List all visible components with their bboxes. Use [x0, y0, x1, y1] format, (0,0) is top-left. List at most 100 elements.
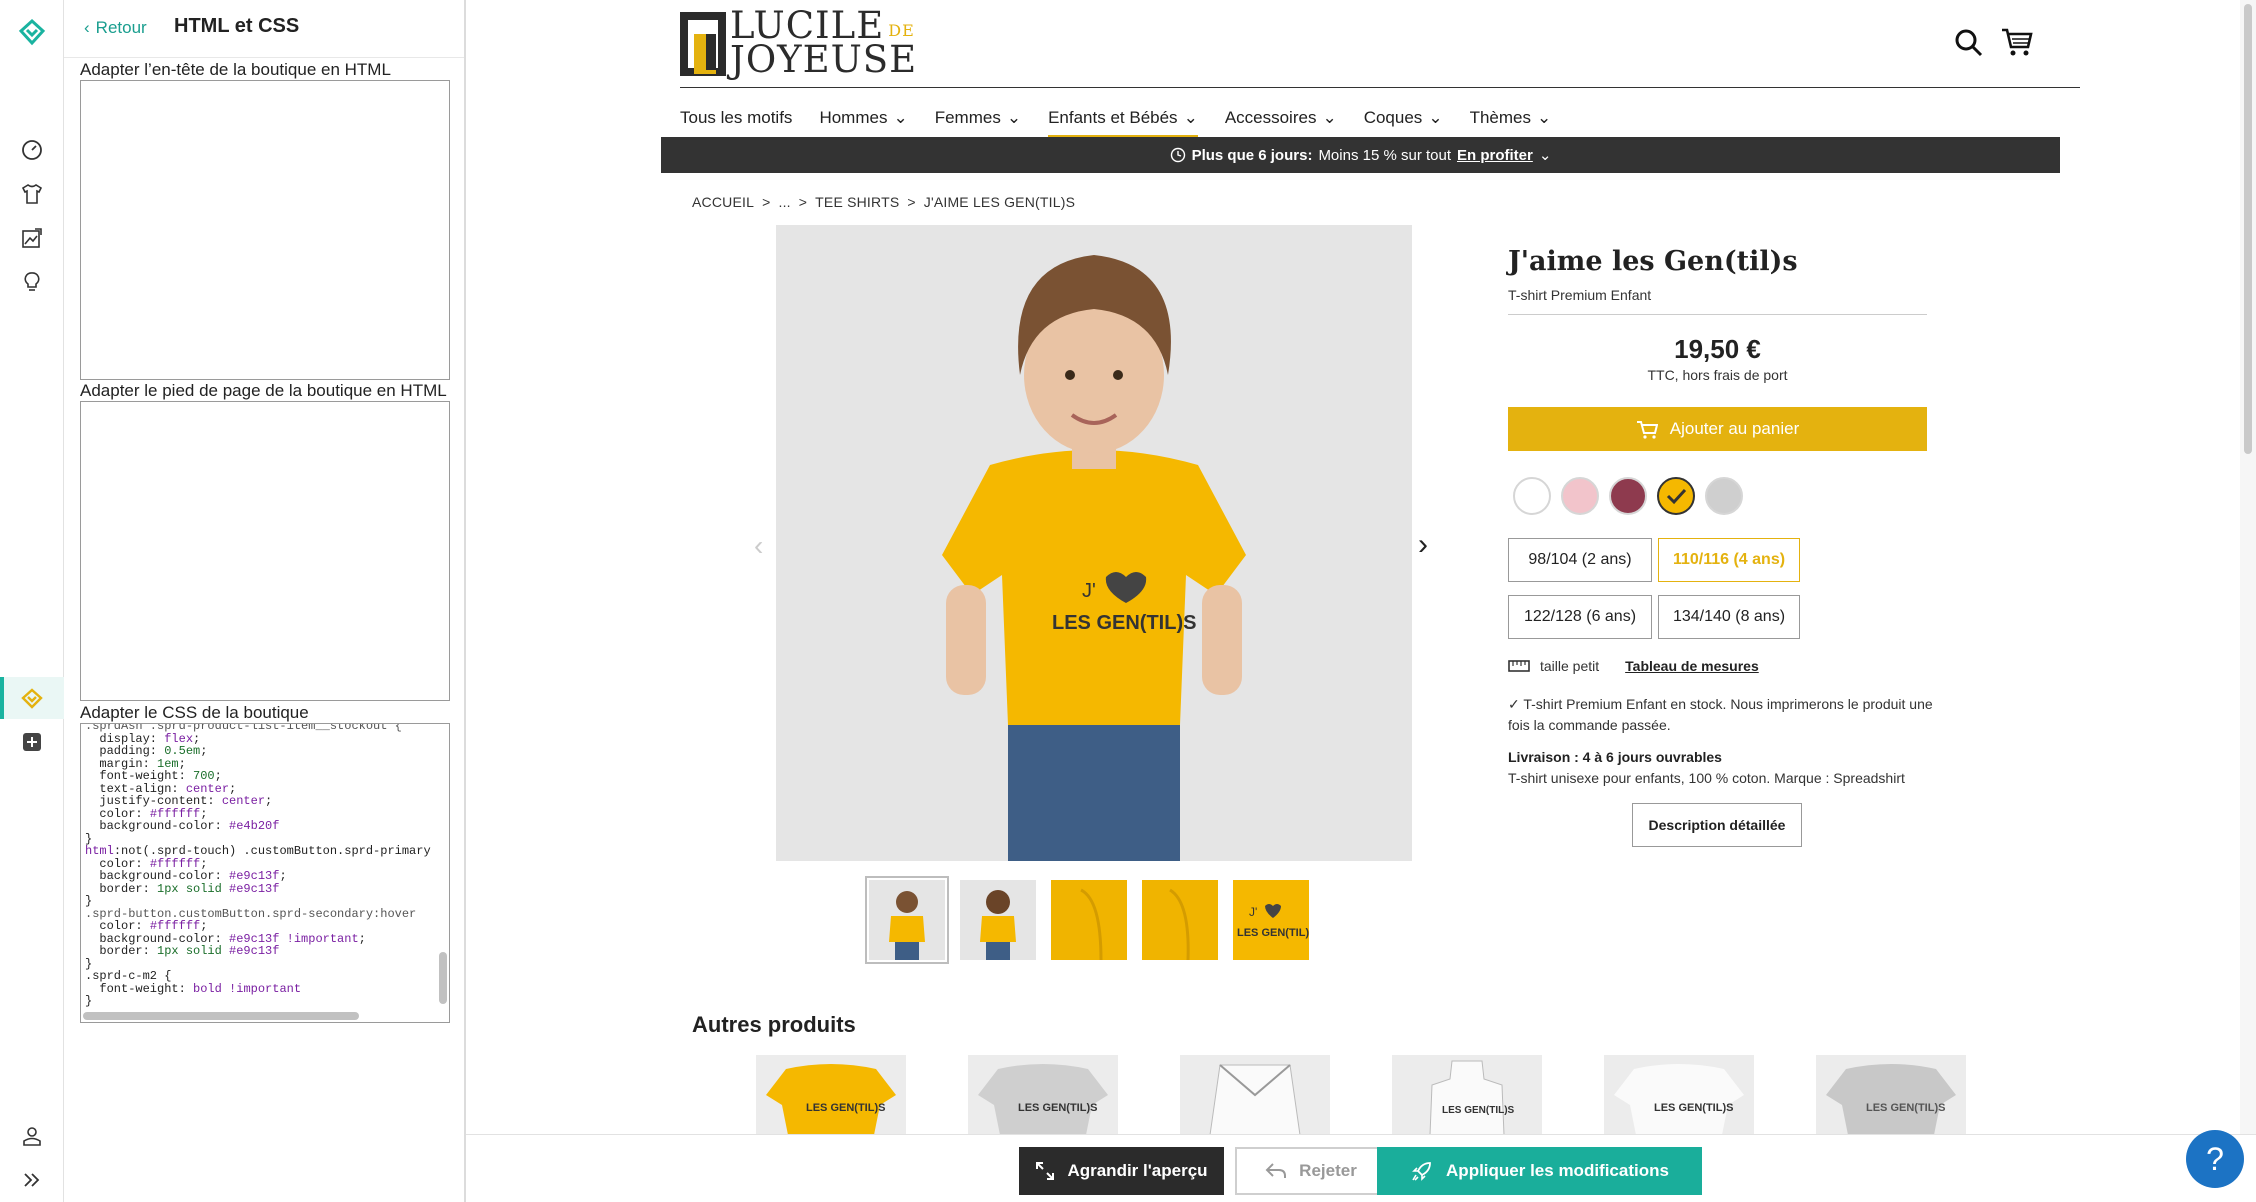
promo-bold: Plus que 6 jours:: [1191, 146, 1313, 164]
price-note: TTC, hors frais de port: [1647, 367, 1788, 383]
css-vertical-scrollbar[interactable]: [439, 952, 447, 1004]
back-button[interactable]: ‹ Retour: [84, 18, 147, 38]
product-price: 19,50 €: [1674, 334, 1761, 364]
product-subtitle: T-shirt Premium Enfant: [1508, 287, 1652, 303]
thumbnail-2[interactable]: [960, 880, 1036, 960]
design-icon[interactable]: [16, 222, 48, 254]
nav-femmes[interactable]: Femmes ⌄: [935, 100, 1021, 136]
apply-changes-button[interactable]: Appliquer les modifications: [1377, 1147, 1702, 1195]
size-guide: taille petit Tableau de mesures: [1508, 658, 1759, 674]
footer-html-editor[interactable]: [80, 401, 450, 701]
editor-panel: ‹ Retour HTML et CSS Adapter l’en-tête d…: [64, 0, 466, 1202]
svg-text:LES GEN(TIL)S: LES GEN(TIL)S: [1866, 1102, 1945, 1114]
other-product-card[interactable]: LES GEN(TIL)S: [1604, 1055, 1754, 1134]
crumb-separator: >: [798, 194, 808, 210]
lightbulb-icon[interactable]: [16, 266, 48, 298]
nav-all-motifs[interactable]: Tous les motifs: [680, 100, 792, 136]
color-swatch-white[interactable]: [1513, 477, 1551, 515]
color-swatch-yellow[interactable]: [1657, 477, 1695, 515]
expand-arrows-icon: [1036, 1162, 1055, 1180]
add-to-cart-label: Ajouter au panier: [1669, 419, 1800, 438]
shop-preview: LUCILE DE JOYEUSE Tous les motifs Hommes ⌄…: [466, 0, 2240, 1134]
svg-text:LES GEN(TIL)S: LES GEN(TIL)S: [1237, 927, 1309, 939]
logo-line-2: JOYEUSE: [730, 38, 918, 81]
other-product-card[interactable]: LES GEN(TIL)S: [968, 1055, 1118, 1134]
footer-html-label: Adapter le pied de page de la boutique e…: [80, 381, 447, 400]
crumb-home[interactable]: ACCUEIL: [692, 194, 754, 210]
delivery-info: Livraison : 4 à 6 jours ouvrables: [1508, 749, 1722, 765]
crumb-separator: >: [762, 194, 771, 210]
css-code: .sprdAsh .sprd-product-list-item__stocko…: [85, 723, 431, 1008]
rocket-icon: [1412, 1162, 1431, 1181]
previous-image-arrow[interactable]: ‹: [754, 530, 763, 562]
shop-logo[interactable]: LUCILE DE JOYEUSE: [680, 7, 950, 81]
ruler-icon: [1508, 660, 1530, 672]
next-image-arrow[interactable]: ›: [1418, 528, 1428, 562]
size-option[interactable]: 134/140 (8 ans): [1658, 595, 1800, 639]
editor-panel-header: ‹ Retour HTML et CSS: [64, 0, 464, 58]
clock-icon: [1170, 147, 1185, 163]
header-html-label: Adapter l’en-tête de la boutique en HTML: [80, 60, 391, 79]
reject-button[interactable]: Rejeter: [1235, 1147, 1387, 1195]
nav-themes[interactable]: Thèmes ⌄: [1470, 100, 1552, 136]
preview-scroll-thumb[interactable]: [2244, 4, 2252, 454]
user-icon[interactable]: [16, 1120, 48, 1152]
chevron-left-icon: ‹: [84, 18, 90, 37]
header-html-editor[interactable]: [80, 80, 450, 380]
product-image[interactable]: J' LES GEN(TIL)S: [776, 225, 1412, 861]
cart-icon: [1636, 421, 1658, 439]
size-chart-link[interactable]: Tableau de mesures: [1625, 658, 1759, 674]
svg-text:LES GEN(TIL)S: LES GEN(TIL)S: [1052, 612, 1196, 634]
nav-enfants-bebes[interactable]: Enfants et Bébés ⌄: [1048, 100, 1198, 138]
expand-icon[interactable]: [16, 1164, 48, 1196]
crumb-tee-shirts[interactable]: TEE SHIRTS: [815, 194, 899, 210]
css-editor[interactable]: .sprdAsh .sprd-product-list-item__stocko…: [80, 723, 450, 1023]
crumb-ellipsis[interactable]: ...: [778, 194, 790, 210]
enlarge-preview-button[interactable]: Agrandir l'aperçu: [1019, 1147, 1224, 1195]
product-description: T-shirt unisexe pour enfants, 100 % coto…: [1508, 770, 1905, 786]
shop-design-icon[interactable]: [16, 682, 48, 714]
svg-text:J': J': [1082, 580, 1096, 602]
color-swatch-pink[interactable]: [1561, 477, 1599, 515]
promo-link[interactable]: En profiter: [1457, 147, 1533, 164]
search-icon[interactable]: [1954, 28, 1984, 63]
enlarge-label: Agrandir l'aperçu: [1067, 1161, 1208, 1180]
category-nav: Tous les motifs Hommes ⌄ Femmes ⌄ Enfants …: [680, 100, 1578, 138]
reject-label: Rejeter: [1299, 1161, 1357, 1180]
svg-text:LES GEN(TIL)S: LES GEN(TIL)S: [1018, 1102, 1097, 1114]
thumbnail-3[interactable]: [1051, 880, 1127, 960]
tshirt-icon[interactable]: [16, 178, 48, 210]
thumbnail-4[interactable]: [1142, 880, 1218, 960]
undo-icon: [1265, 1163, 1287, 1178]
other-product-card[interactable]: LES GEN(TIL)S: [756, 1055, 906, 1134]
promo-banner[interactable]: Plus que 6 jours: Moins 15 % sur tout En…: [661, 137, 2060, 173]
size-option[interactable]: 122/128 (6 ans): [1508, 595, 1652, 639]
svg-text:J': J': [1249, 905, 1257, 919]
css-horizontal-scrollbar[interactable]: [83, 1012, 359, 1020]
spreadshop-logo-icon[interactable]: [16, 16, 48, 48]
detailed-description-button[interactable]: Description détaillée: [1632, 803, 1802, 847]
crumb-product: J'AIME LES GEN(TIL)S: [923, 194, 1076, 210]
cart-icon[interactable]: [2000, 26, 2034, 63]
thumbnail-1[interactable]: [865, 876, 949, 964]
nav-hommes[interactable]: Hommes ⌄: [819, 100, 907, 136]
nav-accessoires[interactable]: Accessoires ⌄: [1225, 100, 1337, 136]
checkmark-icon: [1666, 488, 1687, 505]
size-option[interactable]: 98/104 (2 ans): [1508, 538, 1652, 582]
color-swatch-grey[interactable]: [1705, 477, 1743, 515]
add-to-cart-button[interactable]: Ajouter au panier: [1508, 407, 1927, 451]
dashboard-icon[interactable]: [16, 134, 48, 166]
color-swatch-burgundy[interactable]: [1609, 477, 1647, 515]
nav-coques[interactable]: Coques ⌄: [1364, 100, 1443, 136]
breadcrumb: ACCUEIL > ... > TEE SHIRTS > J'AIME LES …: [692, 194, 1075, 210]
preview-scrollbar[interactable]: [2240, 0, 2256, 1134]
promo-text: Moins 15 % sur tout: [1318, 146, 1451, 164]
other-product-card[interactable]: LES GEN(TIL)S: [1816, 1055, 1966, 1134]
other-products-heading: Autres produits: [692, 1012, 856, 1037]
other-product-card[interactable]: LES GEN(TIL)S: [1392, 1055, 1542, 1134]
other-product-card[interactable]: [1180, 1055, 1330, 1134]
help-button[interactable]: ?: [2186, 1130, 2244, 1188]
add-icon[interactable]: [16, 726, 48, 758]
size-option-selected[interactable]: 110/116 (4 ans): [1658, 538, 1800, 582]
thumbnail-5[interactable]: J' LES GEN(TIL)S: [1233, 880, 1309, 960]
